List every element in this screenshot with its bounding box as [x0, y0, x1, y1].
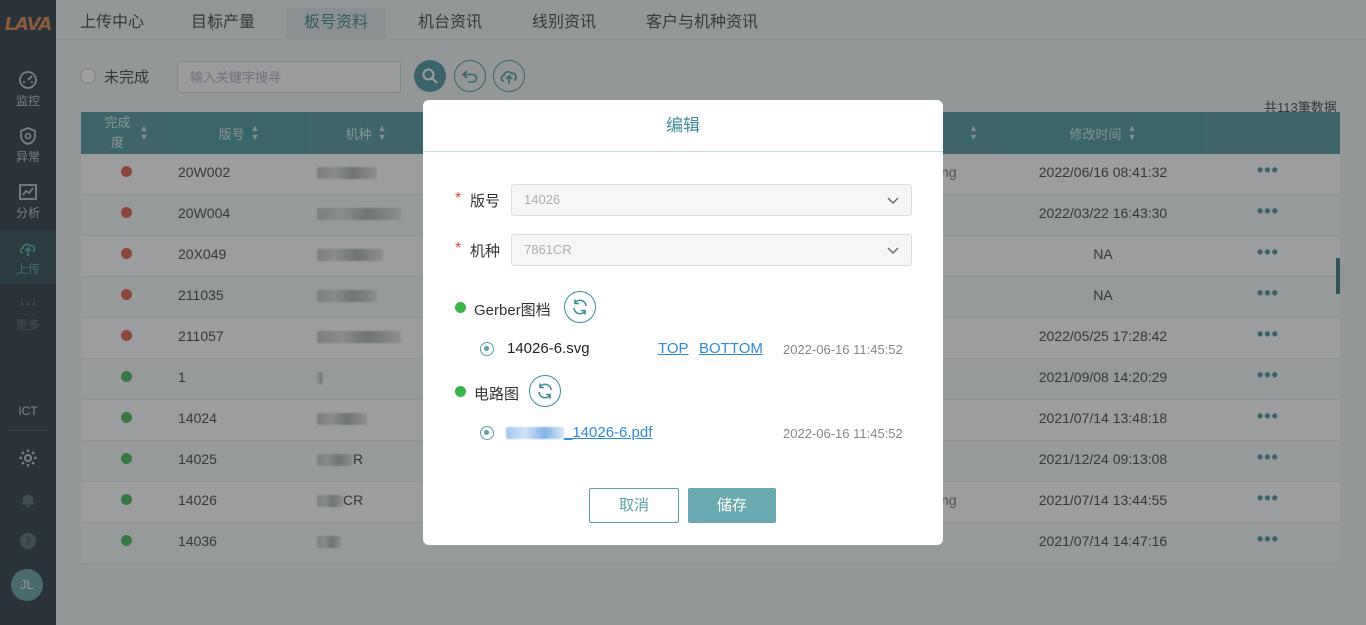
model-label: 机种 — [470, 243, 501, 260]
dialog-title: 编辑 — [423, 100, 943, 152]
save-button[interactable]: 储存 — [688, 488, 776, 523]
refresh-icon — [573, 299, 587, 315]
board-select-value: 14026 — [524, 192, 561, 207]
circuit-file-radio[interactable] — [480, 426, 494, 440]
top-link[interactable]: TOP — [658, 340, 689, 357]
board-select[interactable]: 14026 — [511, 184, 912, 216]
required-mark: * — [455, 190, 462, 207]
model-select-value: 7861CR — [524, 242, 572, 257]
model-select[interactable]: 7861CR — [511, 234, 912, 266]
bottom-link[interactable]: BOTTOM — [699, 340, 763, 357]
gerber-file-name: 14026-6.svg — [507, 340, 590, 357]
circuit-refresh-button[interactable] — [529, 375, 561, 407]
board-label: 版号 — [470, 193, 501, 210]
required-mark: * — [455, 240, 462, 257]
chevron-down-icon — [887, 197, 899, 204]
circuit-timestamp: 2022-06-16 11:45:52 — [783, 426, 903, 441]
gerber-file-radio[interactable] — [480, 342, 494, 356]
chevron-down-icon — [887, 247, 899, 254]
gerber-label: Gerber图档 — [474, 302, 551, 319]
circuit-file-link[interactable]: _14026-6.pdf — [506, 424, 652, 441]
edit-dialog: 编辑 * 版号 14026 * 机种 7861CR Gerber图档 14026… — [423, 100, 943, 545]
circuit-file-name: _14026-6.pdf — [564, 424, 653, 441]
refresh-icon — [538, 383, 552, 399]
circuit-status-dot — [455, 386, 466, 397]
cancel-button[interactable]: 取消 — [589, 488, 679, 523]
gerber-refresh-button[interactable] — [564, 291, 596, 323]
gerber-status-dot — [455, 302, 466, 313]
circuit-label: 电路图 — [474, 386, 520, 403]
gerber-timestamp: 2022-06-16 11:45:52 — [783, 342, 903, 357]
